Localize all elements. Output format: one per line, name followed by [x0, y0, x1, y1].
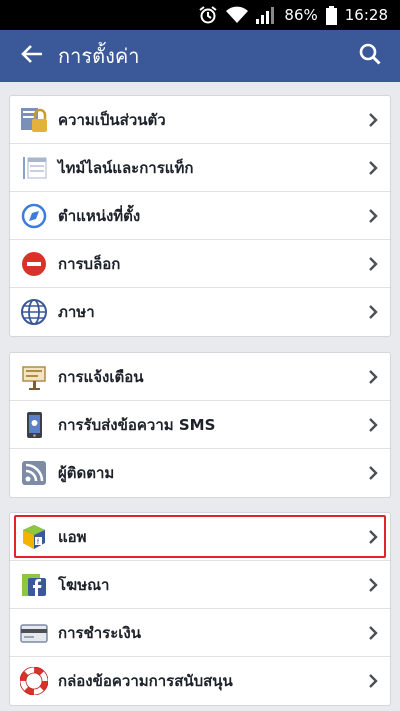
page-title: การตั้งค่า [58, 44, 140, 68]
settings-item-ads[interactable]: โฆษณา [10, 561, 390, 609]
wifi-icon [226, 6, 249, 24]
chevron-right-icon [364, 208, 382, 224]
chevron-right-icon [364, 256, 382, 272]
location-compass-icon [20, 202, 48, 230]
signal-icon [256, 6, 276, 24]
status-bar: 86% 16:28 [0, 0, 400, 30]
settings-item-label: ภาษา [58, 303, 95, 321]
battery-icon [325, 5, 337, 25]
apps-cube-icon: f [20, 523, 48, 551]
settings-item-label: ผู้ติดตาม [58, 464, 115, 482]
chevron-right-icon [364, 112, 382, 128]
settings-group-apps: f แอพ โฆษณา การชำระเงิน กล่องข้อความการส… [9, 512, 391, 706]
settings-item-timeline-tagging[interactable]: ไทม์ไลน์และการแท็ก [10, 144, 390, 192]
chevron-right-icon [364, 529, 382, 545]
settings-group-notifications: การแจ้งเตือน การรับส่งข้อความ SMS ผู้ติด… [9, 352, 391, 498]
settings-item-label: โฆษณา [58, 575, 110, 594]
settings-item-label: ตำแหน่งที่ตั้ง [58, 206, 141, 225]
battery-percent: 86% [284, 6, 318, 24]
credit-card-icon [20, 619, 48, 647]
chevron-right-icon [364, 417, 382, 433]
settings-item-support-inbox[interactable]: กล่องข้อความการสนับสนุน [10, 657, 390, 705]
settings-item-label: การบล็อก [58, 254, 121, 273]
settings-item-label: ความเป็นส่วนตัว [58, 110, 166, 129]
svg-text:f: f [37, 539, 39, 546]
block-icon [20, 250, 48, 278]
lifebuoy-icon [20, 667, 48, 695]
chevron-right-icon [364, 577, 382, 593]
phone-sms-icon [20, 411, 48, 439]
settings-item-payments[interactable]: การชำระเงิน [10, 609, 390, 657]
chevron-right-icon [364, 625, 382, 641]
settings-item-location[interactable]: ตำแหน่งที่ตั้ง [10, 192, 390, 240]
settings-item-label: ไทม์ไลน์และการแท็ก [58, 158, 194, 177]
ads-facebook-icon [20, 571, 48, 599]
search-button[interactable] [352, 38, 388, 74]
settings-group-account: ความเป็นส่วนตัว ไทม์ไลน์และการแท็ก ตำแหน… [9, 95, 391, 337]
settings-item-notifications[interactable]: การแจ้งเตือน [10, 353, 390, 401]
settings-item-blocking[interactable]: การบล็อก [10, 240, 390, 288]
settings-item-label: กล่องข้อความการสนับสนุน [58, 672, 233, 690]
app-bar: การตั้งค่า [0, 30, 400, 82]
chevron-right-icon [364, 465, 382, 481]
globe-icon [20, 298, 48, 326]
settings-item-label: การแจ้งเตือน [58, 367, 144, 386]
settings-item-apps[interactable]: f แอพ [10, 513, 390, 561]
settings-item-privacy[interactable]: ความเป็นส่วนตัว [10, 96, 390, 144]
notification-sign-icon [20, 363, 48, 391]
alarm-icon [198, 5, 218, 25]
privacy-lock-icon [20, 106, 48, 134]
arrow-left-icon [21, 44, 43, 68]
settings-item-label: แอพ [58, 527, 87, 546]
settings-item-followers[interactable]: ผู้ติดตาม [10, 449, 390, 497]
chevron-right-icon [364, 304, 382, 320]
settings-item-sms[interactable]: การรับส่งข้อความ SMS [10, 401, 390, 449]
settings-item-label: การรับส่งข้อความ SMS [58, 415, 216, 434]
chevron-right-icon [364, 160, 382, 176]
settings-item-language[interactable]: ภาษา [10, 288, 390, 336]
chevron-right-icon [364, 673, 382, 689]
rss-icon [20, 459, 48, 487]
back-button[interactable] [14, 38, 50, 74]
chevron-right-icon [364, 369, 382, 385]
clock-time: 16:28 [344, 6, 388, 24]
search-icon [359, 43, 381, 69]
timeline-icon [20, 154, 48, 182]
settings-item-label: การชำระเงิน [58, 623, 141, 642]
